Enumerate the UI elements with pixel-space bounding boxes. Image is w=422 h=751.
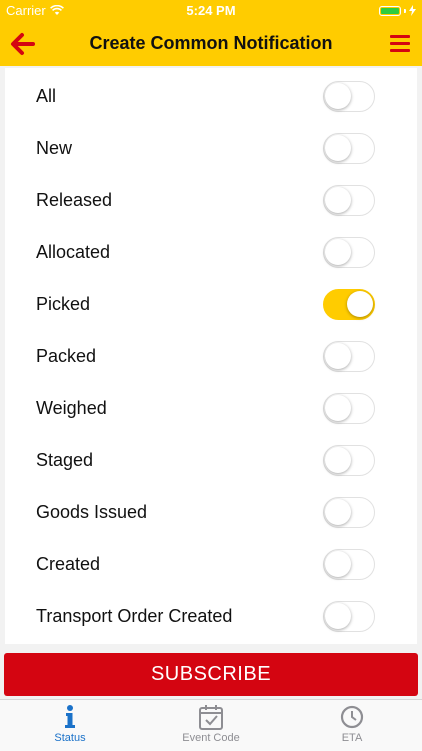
toggle-weighed[interactable] bbox=[323, 393, 375, 424]
toggle-transport-order-created[interactable] bbox=[323, 601, 375, 632]
status-row-packed: Packed bbox=[5, 330, 417, 382]
status-label: Staged bbox=[36, 450, 94, 470]
toggle-picked[interactable] bbox=[323, 289, 375, 320]
status-label: Transport Order Created bbox=[36, 606, 233, 626]
toggle-allocated[interactable] bbox=[323, 237, 375, 268]
status-row-released: Released bbox=[5, 174, 417, 226]
battery-icon bbox=[379, 5, 416, 16]
status-label: All bbox=[36, 86, 57, 106]
page-title: Create Common Notification bbox=[89, 33, 333, 53]
status-row-staged: Staged bbox=[5, 434, 417, 486]
clock-icon bbox=[340, 705, 364, 729]
status-label: New bbox=[36, 138, 73, 158]
status-time: 5:24 PM bbox=[186, 3, 236, 18]
toggle-all[interactable] bbox=[323, 81, 375, 112]
status-label: Picked bbox=[36, 294, 91, 314]
status-row-picked: Picked bbox=[5, 278, 417, 330]
subscribe-button[interactable]: SUBSCRIBE bbox=[4, 653, 418, 696]
nav-header: Create Common Notification bbox=[0, 22, 422, 66]
status-row-goods-issued: Goods Issued bbox=[5, 486, 417, 538]
status-row-transport-order-created: Transport Order Created bbox=[5, 590, 417, 642]
status-label: Weighed bbox=[36, 398, 107, 418]
toggle-staged[interactable] bbox=[323, 445, 375, 476]
status-row-weighed: Weighed bbox=[5, 382, 417, 434]
status-row-created: Created bbox=[5, 538, 417, 590]
tab-eta[interactable]: ETA bbox=[282, 700, 422, 751]
toggle-goods-issued[interactable] bbox=[323, 497, 375, 528]
tab-label: Status bbox=[54, 732, 86, 744]
status-label: Goods Issued bbox=[36, 502, 148, 522]
calendar-check-icon bbox=[199, 705, 223, 730]
status-row-new: New bbox=[5, 122, 417, 174]
toggle-created[interactable] bbox=[323, 549, 375, 580]
status-label: Packed bbox=[36, 346, 97, 366]
tab-bar: Status Event Code ETA bbox=[0, 699, 422, 751]
tab-label: Event Code bbox=[182, 732, 240, 744]
status-label: Created bbox=[36, 554, 101, 574]
toggle-new[interactable] bbox=[323, 133, 375, 164]
status-list: All New Released Allocated Picked Packed… bbox=[5, 68, 417, 644]
status-row-all: All bbox=[5, 70, 417, 122]
status-label: Released bbox=[36, 190, 113, 210]
charging-bolt-icon bbox=[409, 5, 416, 16]
toggle-packed[interactable] bbox=[323, 341, 375, 372]
status-bar: Carrier 5:24 PM bbox=[0, 0, 422, 22]
tab-event-code[interactable]: Event Code bbox=[141, 700, 281, 751]
info-icon bbox=[65, 705, 75, 728]
tab-label: ETA bbox=[341, 732, 363, 744]
status-row-allocated: Allocated bbox=[5, 226, 417, 278]
hamburger-menu-icon[interactable] bbox=[390, 35, 410, 53]
toggle-released[interactable] bbox=[323, 185, 375, 216]
status-label: Allocated bbox=[36, 242, 111, 262]
tab-status[interactable]: Status bbox=[0, 700, 140, 751]
